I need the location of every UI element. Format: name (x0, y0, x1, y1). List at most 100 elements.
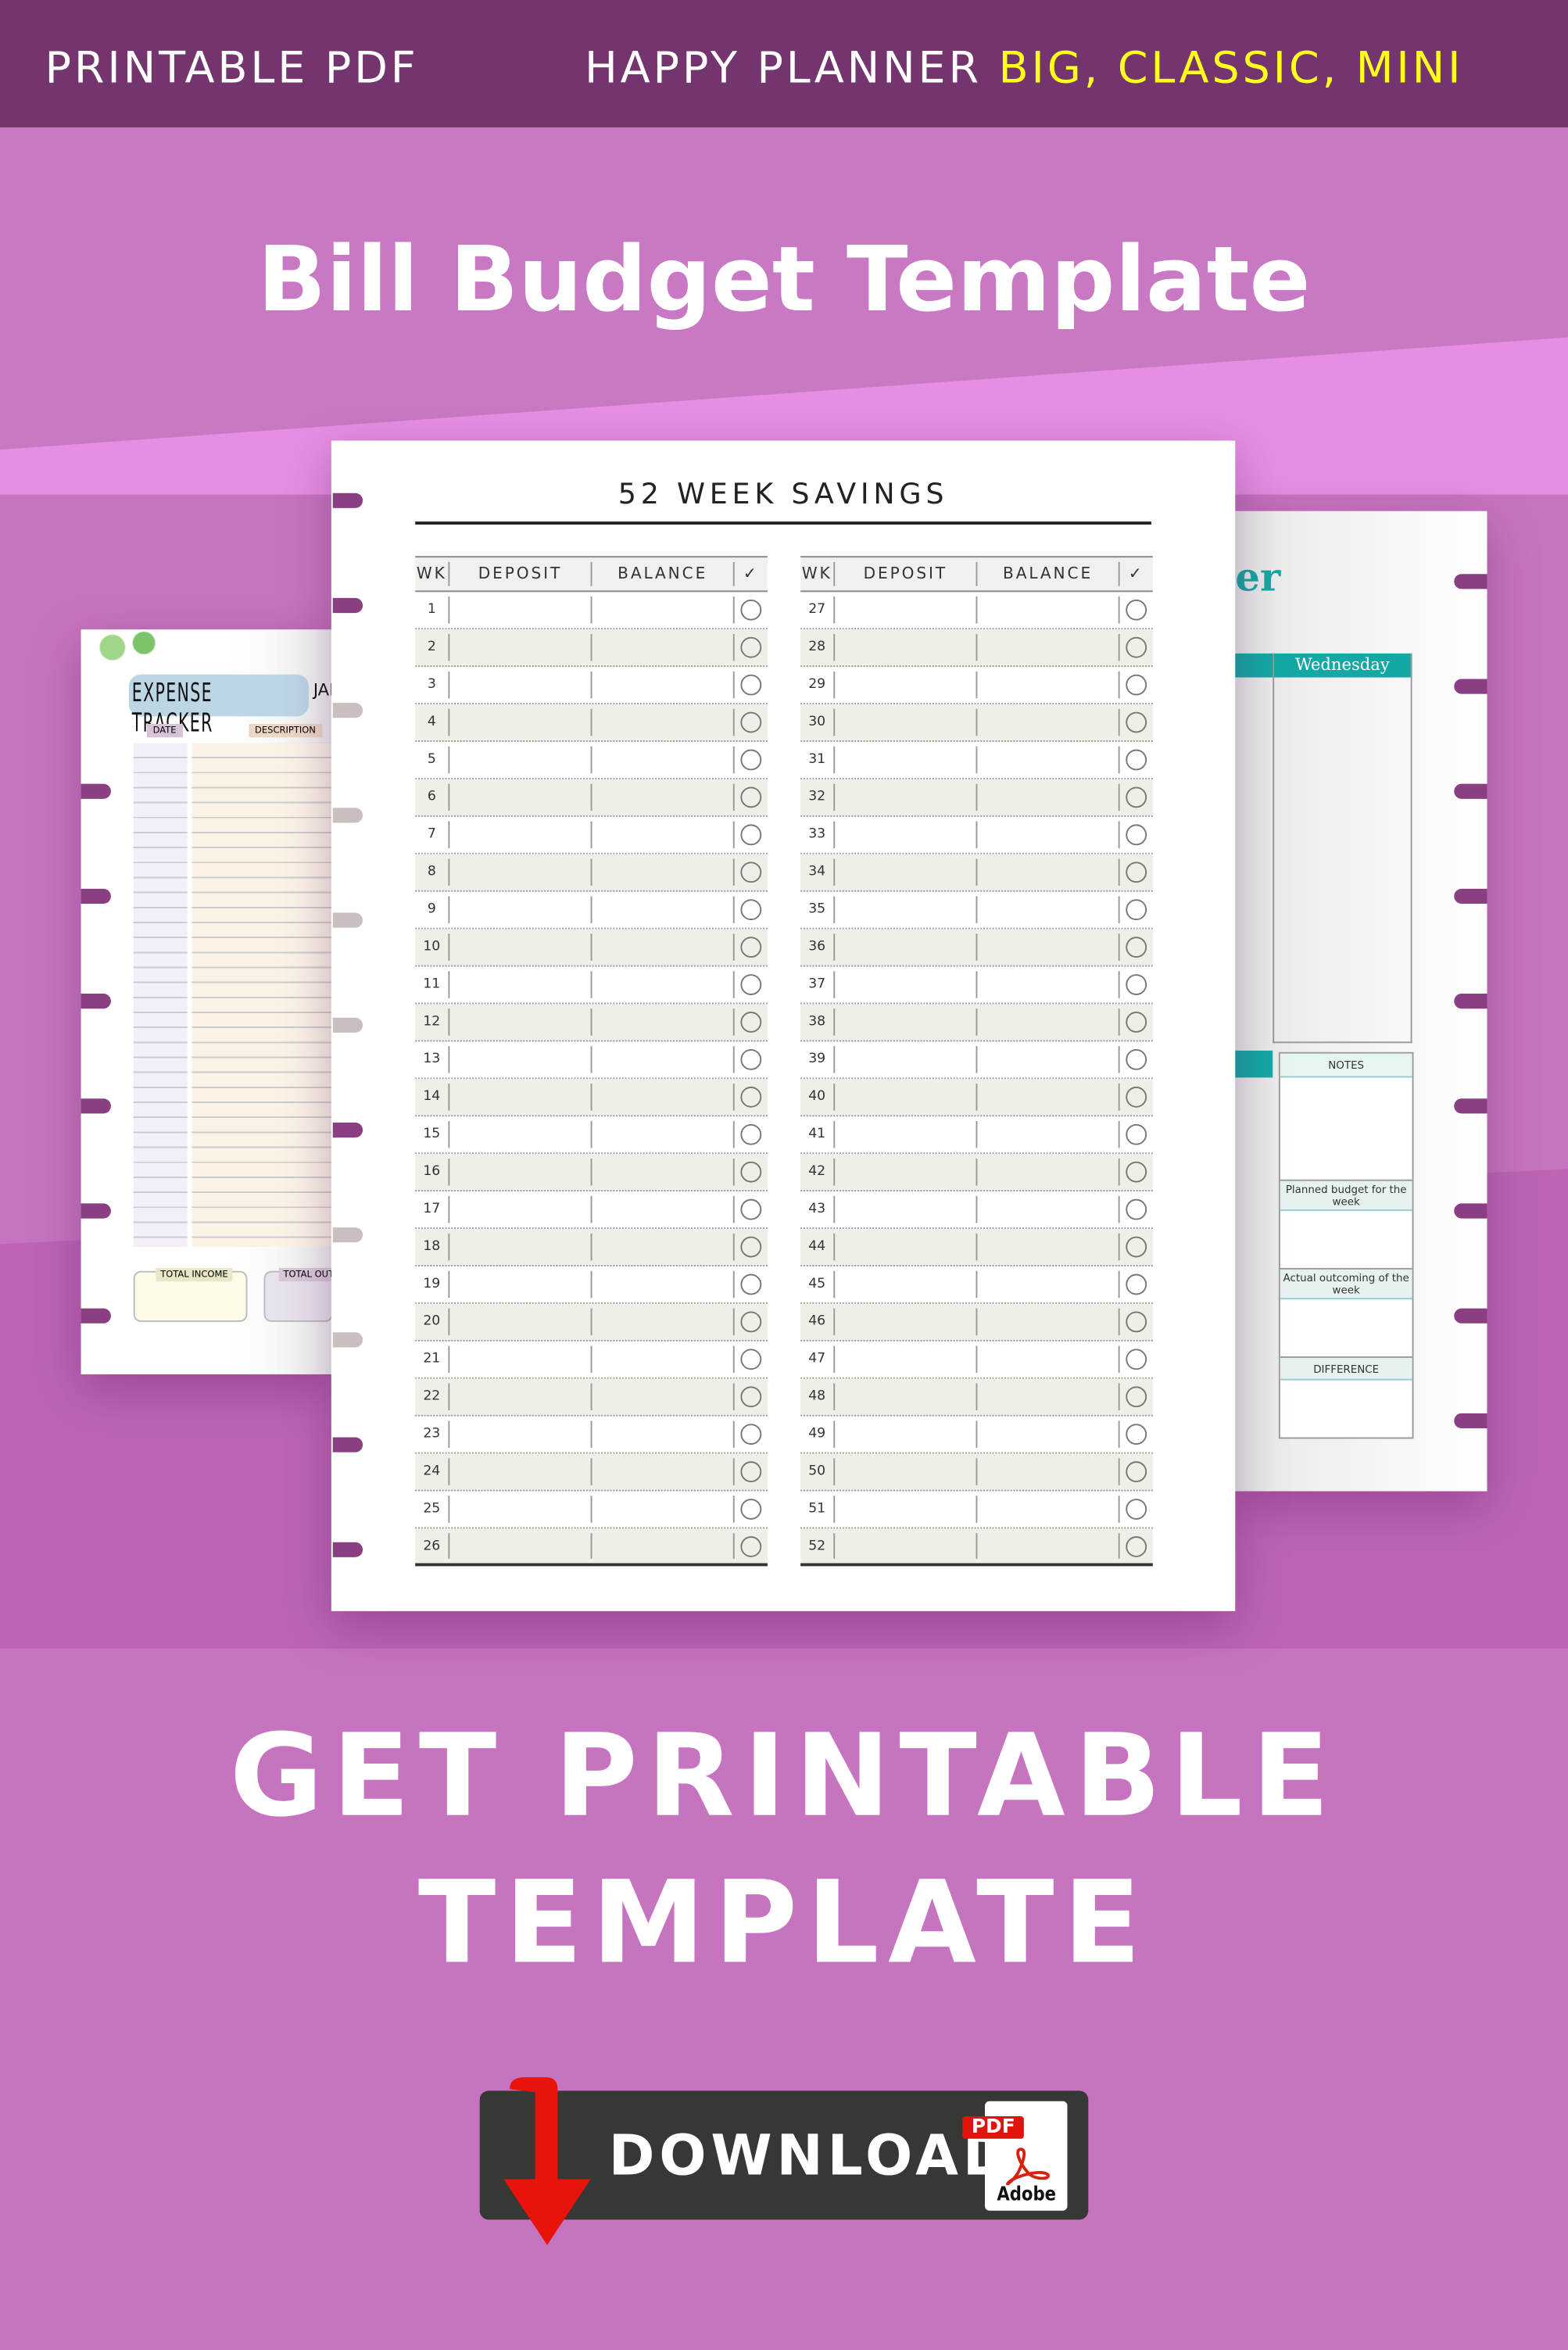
checkbox-circle[interactable] (740, 1386, 762, 1408)
deposit-cell[interactable] (448, 633, 590, 661)
deposit-cell[interactable] (833, 1046, 976, 1073)
check-cell[interactable] (732, 1084, 768, 1111)
check-cell[interactable] (1118, 1195, 1153, 1223)
check-cell[interactable] (732, 858, 768, 887)
deposit-cell[interactable] (833, 1120, 976, 1148)
balance-cell[interactable] (976, 1533, 1118, 1559)
checkbox-circle[interactable] (1126, 1386, 1147, 1408)
balance-cell[interactable] (976, 1496, 1118, 1523)
deposit-cell[interactable] (833, 1383, 976, 1410)
balance-cell[interactable] (590, 1533, 733, 1559)
deposit-cell[interactable] (833, 1496, 976, 1523)
checkbox-circle[interactable] (740, 1236, 762, 1258)
balance-cell[interactable] (976, 783, 1118, 811)
check-cell[interactable] (732, 1195, 768, 1223)
check-cell[interactable] (732, 1345, 768, 1374)
deposit-cell[interactable] (448, 1233, 590, 1261)
deposit-cell[interactable] (833, 1533, 976, 1559)
balance-cell[interactable] (590, 1120, 733, 1148)
balance-cell[interactable] (976, 1383, 1118, 1410)
checkbox-circle[interactable] (1126, 599, 1147, 621)
checkbox-circle[interactable] (1126, 1424, 1147, 1445)
checkbox-circle[interactable] (740, 599, 762, 621)
checkbox-circle[interactable] (1126, 674, 1147, 696)
checkbox-circle[interactable] (740, 1198, 762, 1220)
deposit-cell[interactable] (448, 1120, 590, 1148)
checkbox-circle[interactable] (740, 1161, 762, 1183)
checkbox-circle[interactable] (1126, 1012, 1147, 1033)
check-cell[interactable] (1118, 746, 1153, 774)
check-cell[interactable] (732, 1533, 768, 1559)
checkbox-circle[interactable] (740, 1424, 762, 1445)
checkbox-circle[interactable] (740, 1349, 762, 1370)
check-cell[interactable] (1118, 1345, 1153, 1374)
check-cell[interactable] (1118, 1084, 1153, 1111)
check-cell[interactable] (732, 933, 768, 961)
balance-cell[interactable] (976, 596, 1118, 624)
checkbox-circle[interactable] (740, 1535, 762, 1557)
check-cell[interactable] (732, 1458, 768, 1485)
checkbox-circle[interactable] (1126, 1236, 1147, 1258)
deposit-cell[interactable] (833, 858, 976, 887)
check-cell[interactable] (732, 708, 768, 736)
balance-cell[interactable] (590, 1158, 733, 1186)
check-cell[interactable] (1118, 933, 1153, 961)
deposit-cell[interactable] (833, 933, 976, 961)
check-cell[interactable] (1118, 1458, 1153, 1485)
deposit-cell[interactable] (448, 1533, 590, 1559)
balance-cell[interactable] (590, 1195, 733, 1223)
deposit-cell[interactable] (448, 1270, 590, 1299)
checkbox-circle[interactable] (740, 862, 762, 883)
checkbox-circle[interactable] (1126, 1161, 1147, 1183)
checkbox-circle[interactable] (740, 937, 762, 958)
balance-cell[interactable] (976, 1195, 1118, 1223)
checkbox-circle[interactable] (1126, 1499, 1147, 1520)
check-cell[interactable] (732, 746, 768, 774)
deposit-cell[interactable] (448, 746, 590, 774)
check-cell[interactable] (1118, 1233, 1153, 1261)
deposit-cell[interactable] (448, 1158, 590, 1186)
deposit-cell[interactable] (833, 633, 976, 661)
check-cell[interactable] (732, 596, 768, 624)
deposit-cell[interactable] (833, 1084, 976, 1111)
deposit-cell[interactable] (448, 596, 590, 624)
balance-cell[interactable] (976, 1308, 1118, 1336)
deposit-cell[interactable] (833, 708, 976, 736)
deposit-cell[interactable] (448, 1496, 590, 1523)
deposit-cell[interactable] (833, 1270, 976, 1299)
check-cell[interactable] (1118, 858, 1153, 887)
checkbox-circle[interactable] (1126, 1086, 1147, 1108)
checkbox-circle[interactable] (1126, 1123, 1147, 1145)
checkbox-circle[interactable] (1126, 1198, 1147, 1220)
check-cell[interactable] (1118, 1533, 1153, 1559)
check-cell[interactable] (732, 1270, 768, 1299)
checkbox-circle[interactable] (740, 899, 762, 921)
checkbox-circle[interactable] (1126, 862, 1147, 883)
deposit-cell[interactable] (448, 1458, 590, 1485)
check-cell[interactable] (732, 821, 768, 849)
balance-cell[interactable] (590, 1496, 733, 1523)
check-cell[interactable] (1118, 633, 1153, 661)
balance-cell[interactable] (590, 1458, 733, 1485)
checkbox-circle[interactable] (1126, 711, 1147, 733)
balance-cell[interactable] (976, 933, 1118, 961)
balance-cell[interactable] (590, 746, 733, 774)
deposit-cell[interactable] (833, 1008, 976, 1036)
check-cell[interactable] (1118, 1308, 1153, 1336)
checkbox-circle[interactable] (740, 1311, 762, 1333)
deposit-cell[interactable] (833, 1233, 976, 1261)
balance-cell[interactable] (590, 708, 733, 736)
check-cell[interactable] (732, 1008, 768, 1036)
check-cell[interactable] (1118, 1120, 1153, 1148)
deposit-cell[interactable] (833, 1345, 976, 1374)
checkbox-circle[interactable] (740, 1499, 762, 1520)
check-cell[interactable] (1118, 821, 1153, 849)
checkbox-circle[interactable] (1126, 824, 1147, 846)
balance-cell[interactable] (976, 1345, 1118, 1374)
deposit-cell[interactable] (448, 708, 590, 736)
balance-cell[interactable] (590, 671, 733, 699)
balance-cell[interactable] (590, 821, 733, 849)
check-cell[interactable] (1118, 1496, 1153, 1523)
balance-cell[interactable] (976, 1458, 1118, 1485)
deposit-cell[interactable] (833, 596, 976, 624)
